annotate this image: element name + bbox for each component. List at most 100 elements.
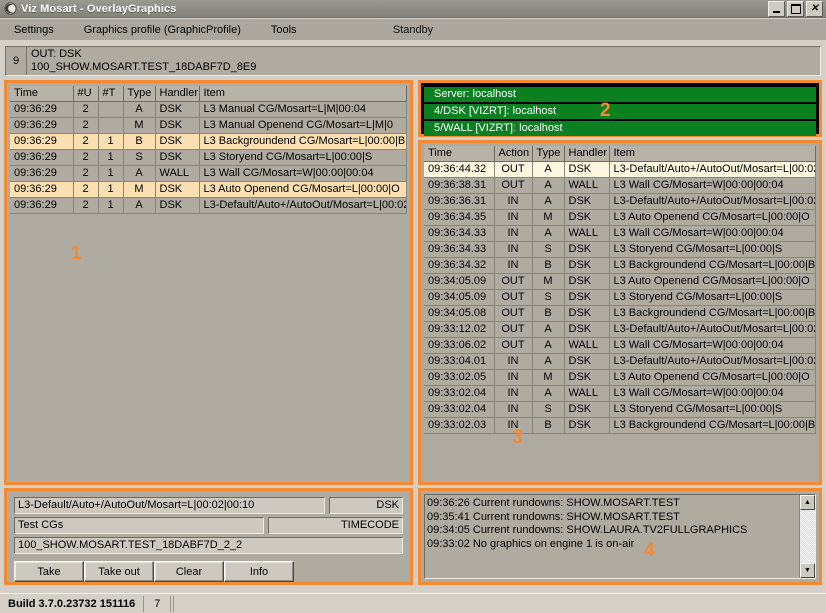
cell-time: 09:36:29 [10,101,73,117]
table-row[interactable]: 09:34:05.09OUTMDSKL3 Auto Openend CG/Mos… [424,273,816,289]
description-field[interactable]: Test CGs [14,517,264,534]
table-row[interactable]: 09:33:04.01INADSKL3-Default/Auto+/AutoOu… [424,353,816,369]
cell-action: IN [494,225,532,241]
cell-u: 2 [73,117,98,133]
cell-item: L3-Default/Auto+/AutoOut/Mosart=L|00:02|… [609,193,816,209]
cell-item: L3 Wall CG/Mosart=W|00:00|00:04 [199,165,407,181]
table-row[interactable]: 09:36:2921AWALLL3 Wall CG/Mosart=W|00:00… [10,165,407,181]
table-row[interactable]: 09:33:06.02OUTAWALLL3 Wall CG/Mosart=W|0… [424,337,816,353]
close-button[interactable]: ✕ [806,1,823,17]
col-header-type[interactable]: Type [532,146,564,161]
cell-type: A [532,385,564,401]
col-header-t[interactable]: #T [98,86,123,101]
playout-log-table[interactable]: Time Action Type Handler Item 09:36:44.3… [424,146,816,434]
table-row[interactable]: 09:36:292MDSKL3 Manual Openend CG/Mosart… [10,117,407,133]
menu-item-graphics-profile[interactable]: Graphics profile (GraphicProfile) [76,22,249,38]
col-header-item[interactable]: Item [609,146,816,161]
take-button[interactable]: Take [14,561,84,582]
table-row[interactable]: 09:36:36.31INADSKL3-Default/Auto+/AutoOu… [424,193,816,209]
playout-log-body: 09:36:44.32OUTADSKL3-Default/Auto+/AutoO… [424,161,816,433]
take-out-button[interactable]: Take out [84,561,154,582]
scroll-down-icon[interactable]: ▼ [800,563,815,578]
menu-item-tools[interactable]: Tools [263,22,305,38]
cell-type: M [532,369,564,385]
table-row[interactable]: 09:34:05.09OUTSDSKL3 Storyend CG/Mosart=… [424,289,816,305]
cell-item: L3 Storyend CG/Mosart=L|00:00|S [199,149,407,165]
cell-item: L3 Auto Openend CG/Mosart=L|00:00|O [609,369,816,385]
col-header-u[interactable]: #U [73,86,98,101]
table-row[interactable]: 09:36:38.31OUTAWALLL3 Wall CG/Mosart=W|0… [424,177,816,193]
col-header-type[interactable]: Type [123,86,155,101]
table-row[interactable]: 09:36:2921BDSKL3 Backgroundend CG/Mosart… [10,133,407,149]
table-row[interactable]: 09:34:05.08OUTBDSKL3 Backgroundend CG/Mo… [424,305,816,321]
clear-button[interactable]: Clear [154,561,224,582]
cell-time: 09:33:02.04 [424,401,494,417]
cell-type: A [532,161,564,177]
table-row[interactable]: 09:36:34.35INMDSKL3 Auto Openend CG/Mosa… [424,209,816,225]
table-row[interactable]: 09:36:2921MDSKL3 Auto Openend CG/Mosart=… [10,181,407,197]
col-header-time[interactable]: Time [424,146,494,161]
cell-t: 1 [98,165,123,181]
cell-action: IN [494,257,532,273]
server-row-wall[interactable]: 5/WALL [VIZRT]: localhost [424,121,816,136]
cell-t: 1 [98,133,123,149]
message-log-text: 09:36:26 Current rundowns: SHOW.MOSART.T… [425,495,799,578]
table-row[interactable]: 09:33:12.02OUTADSKL3-Default/Auto+/AutoO… [424,321,816,337]
window-title: Viz Mosart - OverlayGraphics [21,3,768,15]
timecode-field[interactable]: TIMECODE [268,517,403,534]
cell-type: S [532,401,564,417]
menu-item-settings[interactable]: Settings [6,22,62,38]
scroll-up-icon[interactable]: ▲ [800,495,815,510]
templates-table[interactable]: Time #U #T Type Handler Item 09:36:292AD… [10,86,407,214]
table-row[interactable]: 09:36:292ADSKL3 Manual CG/Mosart=L|M|00:… [10,101,407,117]
cell-item: L3 Storyend CG/Mosart=L|00:00|S [609,241,816,257]
cell-type: A [532,193,564,209]
col-header-handler[interactable]: Handler [564,146,609,161]
playout-log-scroll[interactable]: Time Action Type Handler Item 09:36:44.3… [424,146,816,479]
table-row[interactable]: 09:33:02.05INMDSKL3 Auto Openend CG/Mosa… [424,369,816,385]
templates-table-body: 09:36:292ADSKL3 Manual CG/Mosart=L|M|00:… [10,101,407,213]
table-row[interactable]: 09:36:34.33INSDSKL3 Storyend CG/Mosart=L… [424,241,816,257]
server-row-dsk[interactable]: 4/DSK [VIZRT]: localhost [424,104,816,119]
cell-item: L3 Wall CG/Mosart=W|00:00|00:04 [609,177,816,193]
banner-text: OUT: DSK 100_SHOW.MOSART.TEST_18DABF7D_8… [27,47,820,75]
cell-time: 09:36:34.35 [424,209,494,225]
cell-item: L3 Backgroundend CG/Mosart=L|00:00|B [609,257,816,273]
table-row[interactable]: 09:36:34.33INAWALLL3 Wall CG/Mosart=W|00… [424,225,816,241]
table-row[interactable]: 09:36:44.32OUTADSKL3-Default/Auto+/AutoO… [424,161,816,177]
table-row[interactable]: 09:36:2921ADSKL3-Default/Auto+/AutoOut/M… [10,197,407,213]
cell-type: M [532,209,564,225]
scrollbar-track[interactable] [800,510,815,563]
message-log-scrollbar[interactable]: ▲ ▼ [799,495,815,578]
message-log-box[interactable]: 09:36:26 Current rundowns: SHOW.MOSART.T… [424,494,816,579]
table-row[interactable]: 09:33:02.04INSDSKL3 Storyend CG/Mosart=L… [424,401,816,417]
col-header-action[interactable]: Action [494,146,532,161]
cell-handler: WALL [155,165,199,181]
templates-table-scroll[interactable]: Time #U #T Type Handler Item 09:36:292AD… [10,86,407,479]
col-header-time[interactable]: Time [10,86,73,101]
table-row[interactable]: 09:33:02.03INBDSKL3 Backgroundend CG/Mos… [424,417,816,433]
log-line: 09:34:05 Current rundowns: SHOW.LAURA.TV… [427,524,799,538]
info-button[interactable]: Info [224,561,294,582]
story-name-field[interactable]: 100_SHOW.MOSART.TEST_18DABF7D_2_2 [14,537,403,554]
server-row-server[interactable]: Server: localhost [424,87,816,102]
cell-time: 09:33:02.04 [424,385,494,401]
message-log-panel: 09:36:26 Current rundowns: SHOW.MOSART.T… [418,488,822,585]
cell-type: S [123,149,155,165]
minimize-button[interactable] [768,1,785,17]
maximize-button[interactable] [787,1,804,17]
cell-item: L3-Default/Auto+/AutoOut/Mosart=L|00:02|… [609,353,816,369]
table-row[interactable]: 09:36:34.32INBDSKL3 Backgroundend CG/Mos… [424,257,816,273]
handler-field[interactable]: DSK [329,497,403,514]
cell-action: IN [494,209,532,225]
table-row[interactable]: 09:33:02.04INAWALLL3 Wall CG/Mosart=W|00… [424,385,816,401]
table-row[interactable]: 09:36:2921SDSKL3 Storyend CG/Mosart=L|00… [10,149,407,165]
cell-t: 1 [98,149,123,165]
col-header-item[interactable]: Item [199,86,407,101]
template-name-field[interactable]: L3-Default/Auto+/AutoOut/Mosart=L|00:02|… [14,497,325,514]
cell-time: 09:36:44.32 [424,161,494,177]
cell-handler: DSK [564,417,609,433]
col-header-handler[interactable]: Handler [155,86,199,101]
cell-time: 09:33:02.03 [424,417,494,433]
cell-handler: DSK [155,117,199,133]
